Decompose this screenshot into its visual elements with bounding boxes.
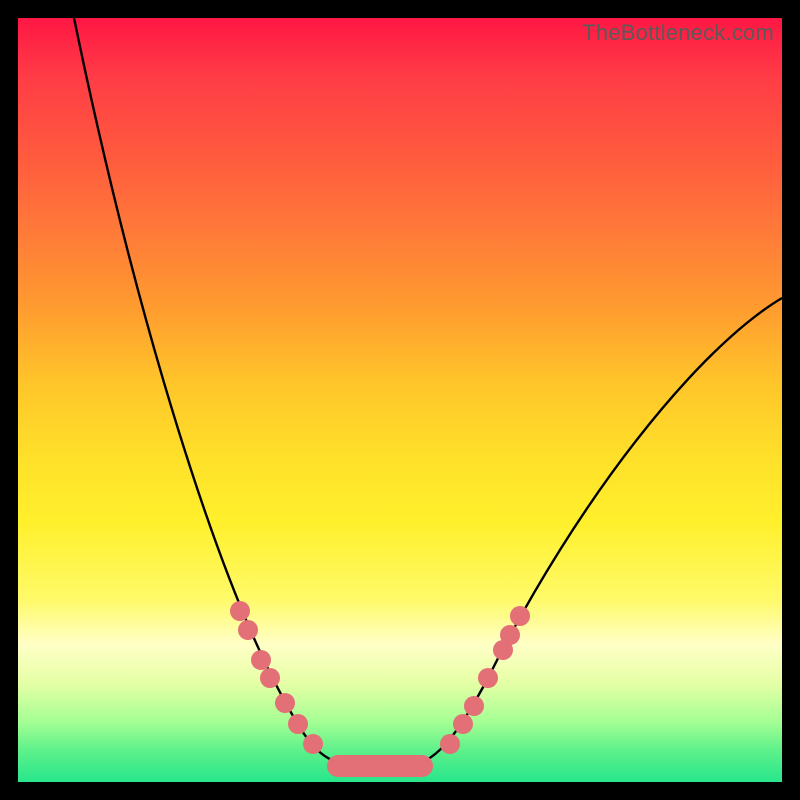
marker-left-4 [275,693,295,713]
marker-left-5 [288,714,308,734]
bottleneck-curve [18,18,782,782]
marker-right-1 [453,714,473,734]
marker-right-6 [510,606,530,626]
marker-left-1 [238,620,258,640]
marker-right-2 [464,696,484,716]
marker-right-5 [500,625,520,645]
plot-area: TheBottleneck.com [18,18,782,782]
marker-right-0 [440,734,460,754]
curve-path [74,18,782,766]
marker-left-6 [303,734,323,754]
marker-left-3 [260,668,280,688]
marker-left-2 [251,650,271,670]
chart-frame: TheBottleneck.com [0,0,800,800]
marker-right-3 [478,668,498,688]
marker-left-0 [230,601,250,621]
